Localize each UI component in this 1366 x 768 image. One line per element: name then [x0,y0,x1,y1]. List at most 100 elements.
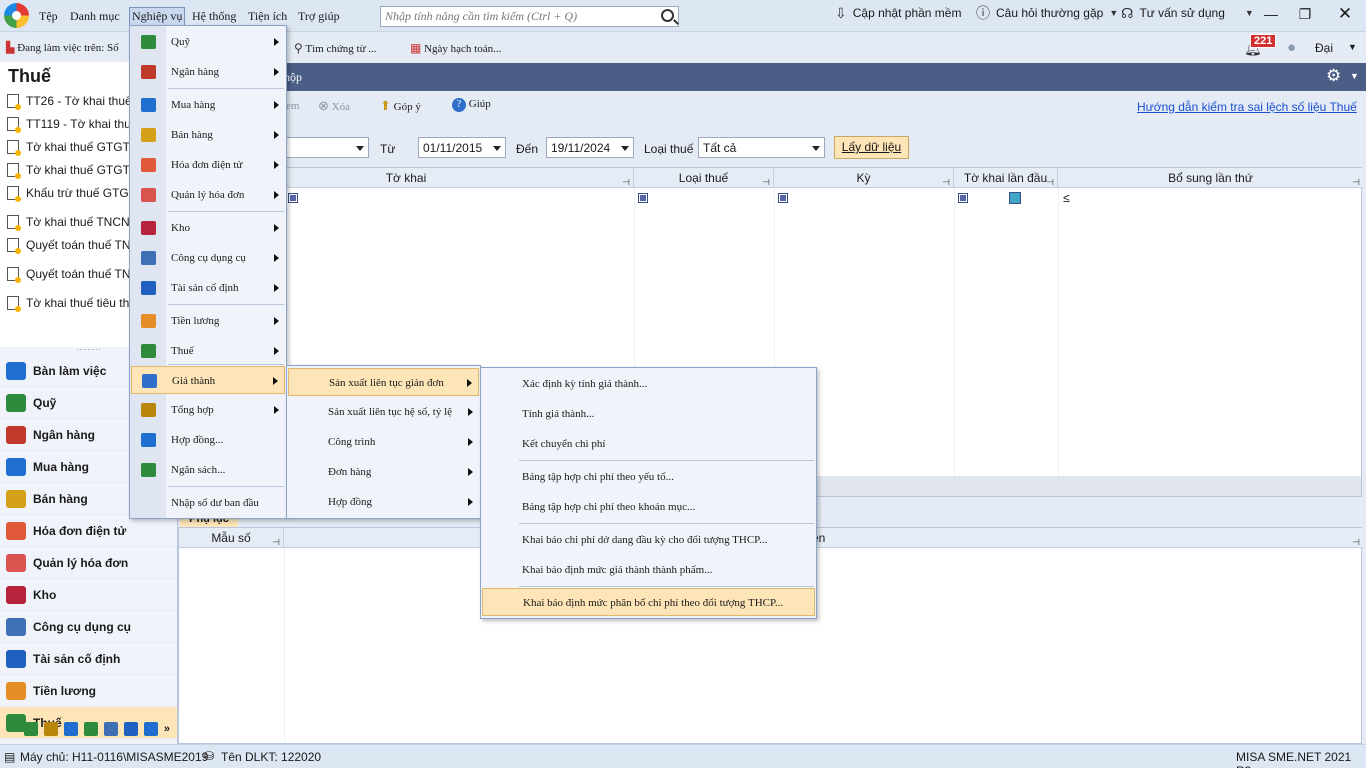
user-name[interactable]: Đại [1315,41,1333,55]
tax-type-select[interactable]: Tất cả [698,137,825,158]
menu-item-thue[interactable]: Thuế [131,337,285,365]
tax-guide-link[interactable]: Hướng dẫn kiểm tra sai lệch số liệu Thuế [1137,100,1357,114]
to-date-picker[interactable]: 19/11/2024 [546,137,634,158]
col-ky[interactable]: Kỳ ⊣ [774,168,954,188]
menu-separator [168,304,284,305]
pin-icon[interactable]: ⊣ [1046,172,1054,192]
user-avatar-icon[interactable]: ● [1287,39,1296,56]
pin-icon[interactable]: ⊣ [1352,532,1360,552]
menu-item-dinh-muc-gia-thanh[interactable]: Khai báo định mức giá thành thành phẩm..… [482,556,815,584]
feedback-button[interactable]: ⬆ Góp ý [380,98,421,114]
search-documents-button[interactable]: ⚲ Tìm chứng từ ... [294,41,377,55]
menu-nghiep-vu[interactable]: Nghiệp vụ [129,7,186,26]
posting-date-button[interactable]: ▦ Ngày hạch toán... [410,41,501,55]
filter-toggle-icon[interactable] [1009,192,1021,204]
help-button[interactable]: ? Giúp [452,98,491,112]
from-date-picker[interactable]: 01/11/2015 [418,137,506,158]
menu-tien-ich[interactable]: Tiện ích [248,9,287,24]
report-type-combo[interactable] [280,137,369,158]
menu-item-quy[interactable]: Quỹ [131,28,285,56]
users-icon[interactable] [103,722,118,736]
col-to-khai-lan-dau[interactable]: Tờ khai lần đầu ⊣ [954,168,1058,188]
submenu-arrow-icon [274,224,279,232]
filter-checkbox[interactable] [288,193,298,203]
menu-item-kho[interactable]: Kho [131,214,285,242]
menu-item-gia-thanh[interactable]: Giá thành [131,366,285,394]
nav-cong-cu-dung-cu[interactable]: Công cụ dụng cụ [0,611,177,643]
consult-button[interactable]: ☊ Tư vấn sử dụng ▼ [1121,6,1254,20]
checklist-icon[interactable] [143,722,158,736]
pin-icon[interactable]: ⊣ [622,172,630,192]
menu-he-thong[interactable]: Hệ thống [192,9,236,24]
menu-item-tien-luong[interactable]: Tiền lương [131,307,285,335]
menu-item-xac-dinh-ky[interactable]: Xác định kỳ tính giá thành... [482,370,815,398]
view-button[interactable]: em [286,100,299,112]
fetch-data-button[interactable]: Lấy dữ liệu [834,136,909,159]
menu-item-ban-hang[interactable]: Bán hàng [131,121,285,149]
delete-button[interactable]: ⊗ Xóa [318,98,350,114]
menu-item-chi-phi-do-dang[interactable]: Khai báo chi phí dở dang đầu kỳ cho đối … [482,526,815,554]
menu-item-mua-hang[interactable]: Mua hàng [131,91,285,119]
pin-icon[interactable]: ⊣ [1352,172,1360,192]
feature-search[interactable] [380,6,679,27]
menu-item-label: Sản xuất liên tục giản đơn [329,377,444,389]
pin-icon[interactable]: ⊣ [272,532,280,552]
menu-item-ngan-sach[interactable]: Ngân sách... [131,456,285,484]
document-icon [7,214,21,231]
pin-icon[interactable]: ⊣ [942,172,950,192]
cash-icon[interactable] [23,722,38,736]
chevron-down-icon[interactable]: ▼ [1350,71,1359,81]
col-ten[interactable]: ên ⊣ [284,528,1363,548]
faq-button[interactable]: ⓘ Câu hỏi thường gặp ▼ [976,6,1118,20]
nav-quan-ly-hoa-don[interactable]: Quản lý hóa đơn [0,547,177,579]
menu-item-tinh-gia-thanh[interactable]: Tính giá thành... [482,400,815,428]
nav-hoa-don-dien-tu[interactable]: Hóa đơn điện tử [0,515,177,547]
menu-item-bang-thcp-yeu-to[interactable]: Bảng tập hợp chi phí theo yếu tố... [482,463,815,491]
col-mau-so[interactable]: Mẫu số ⊣ [179,528,284,548]
menu-item-ngan-hang[interactable]: Ngân hàng [131,58,285,86]
budget-icon[interactable] [83,722,98,736]
book-icon[interactable] [43,722,58,736]
menu-item-nhap-so-du-ban-dau[interactable]: Nhập số dư ban đầu [131,489,285,517]
more-chevron-icon[interactable]: » [164,723,170,735]
menu-danh-muc[interactable]: Danh mục [70,9,120,24]
menu-tro-giup[interactable]: Trợ giúp [298,9,340,24]
menu-item-sx-lien-tuc-gian-don[interactable]: Sản xuất liên tục giản đơn [288,368,479,396]
nav-tien-luong[interactable]: Tiền lương [0,675,177,707]
filter-checkbox[interactable] [958,193,968,203]
menu-item-hop-dong[interactable]: Hợp đồng... [131,426,285,454]
menu-item-bang-thcp-khoan-muc[interactable]: Bảng tập hợp chi phí theo khoản mục... [482,493,815,521]
menu-item-hop-dong-gt[interactable]: Hợp đồng [288,488,479,516]
filter-checkbox[interactable] [778,193,788,203]
nav-tai-san-co-dinh[interactable]: Tài sản cố định [0,643,177,675]
truck-icon[interactable] [123,722,138,736]
menu-item-tai-san-co-dinh[interactable]: Tài sản cố định [131,274,285,302]
close-button[interactable]: ✕ [1330,4,1360,24]
col-loai-thue[interactable]: Loại thuế ⊣ [634,168,774,188]
restore-button[interactable]: ❐ [1290,4,1320,24]
chevron-down-icon[interactable]: ▼ [1348,42,1357,52]
menu-item-cong-cu-dung-cu[interactable]: Công cụ dụng cụ [131,244,285,272]
menu-item-dinh-muc-phan-bo[interactable]: Khai báo định mức phân bổ chi phí theo đ… [482,588,815,616]
menu-item-ket-chuyen-chi-phi[interactable]: Kết chuyển chi phí [482,430,815,458]
update-software-button[interactable]: ⇩ Cập nhật phần mềm [835,6,961,20]
search-icon[interactable] [661,9,674,22]
menu-item-sx-lien-tuc-he-so[interactable]: Sản xuất liên tục hệ số, tỷ lệ [288,398,479,426]
contract-icon[interactable] [63,722,78,736]
filter-checkbox[interactable] [638,193,648,203]
minimize-button[interactable]: — [1256,4,1286,24]
working-on-label[interactable]: ▙ Đang làm việc trên: Số [6,41,119,55]
from-label: Từ [380,142,396,156]
nav-kho[interactable]: Kho [0,579,177,611]
menu-item-hoa-don-dien-tu[interactable]: Hóa đơn điện tử [131,151,285,179]
menu-tep[interactable]: Tệp [39,9,58,24]
settings-gear-icon[interactable]: ⚙ [1326,66,1341,86]
menu-item-tong-hop[interactable]: Tổng hợp [131,396,285,424]
pin-icon[interactable]: ⊣ [762,172,770,192]
col-bo-sung-lan-thu[interactable]: Bổ sung lần thứ ⊣ [1058,168,1363,188]
feature-search-input[interactable] [381,7,651,26]
menu-item-cong-trinh[interactable]: Công trình [288,428,479,456]
menu-item-quan-ly-hoa-don[interactable]: Quản lý hóa đơn [131,181,285,209]
filter-operator[interactable]: ≤ [1063,191,1070,205]
menu-item-don-hang[interactable]: Đơn hàng [288,458,479,486]
